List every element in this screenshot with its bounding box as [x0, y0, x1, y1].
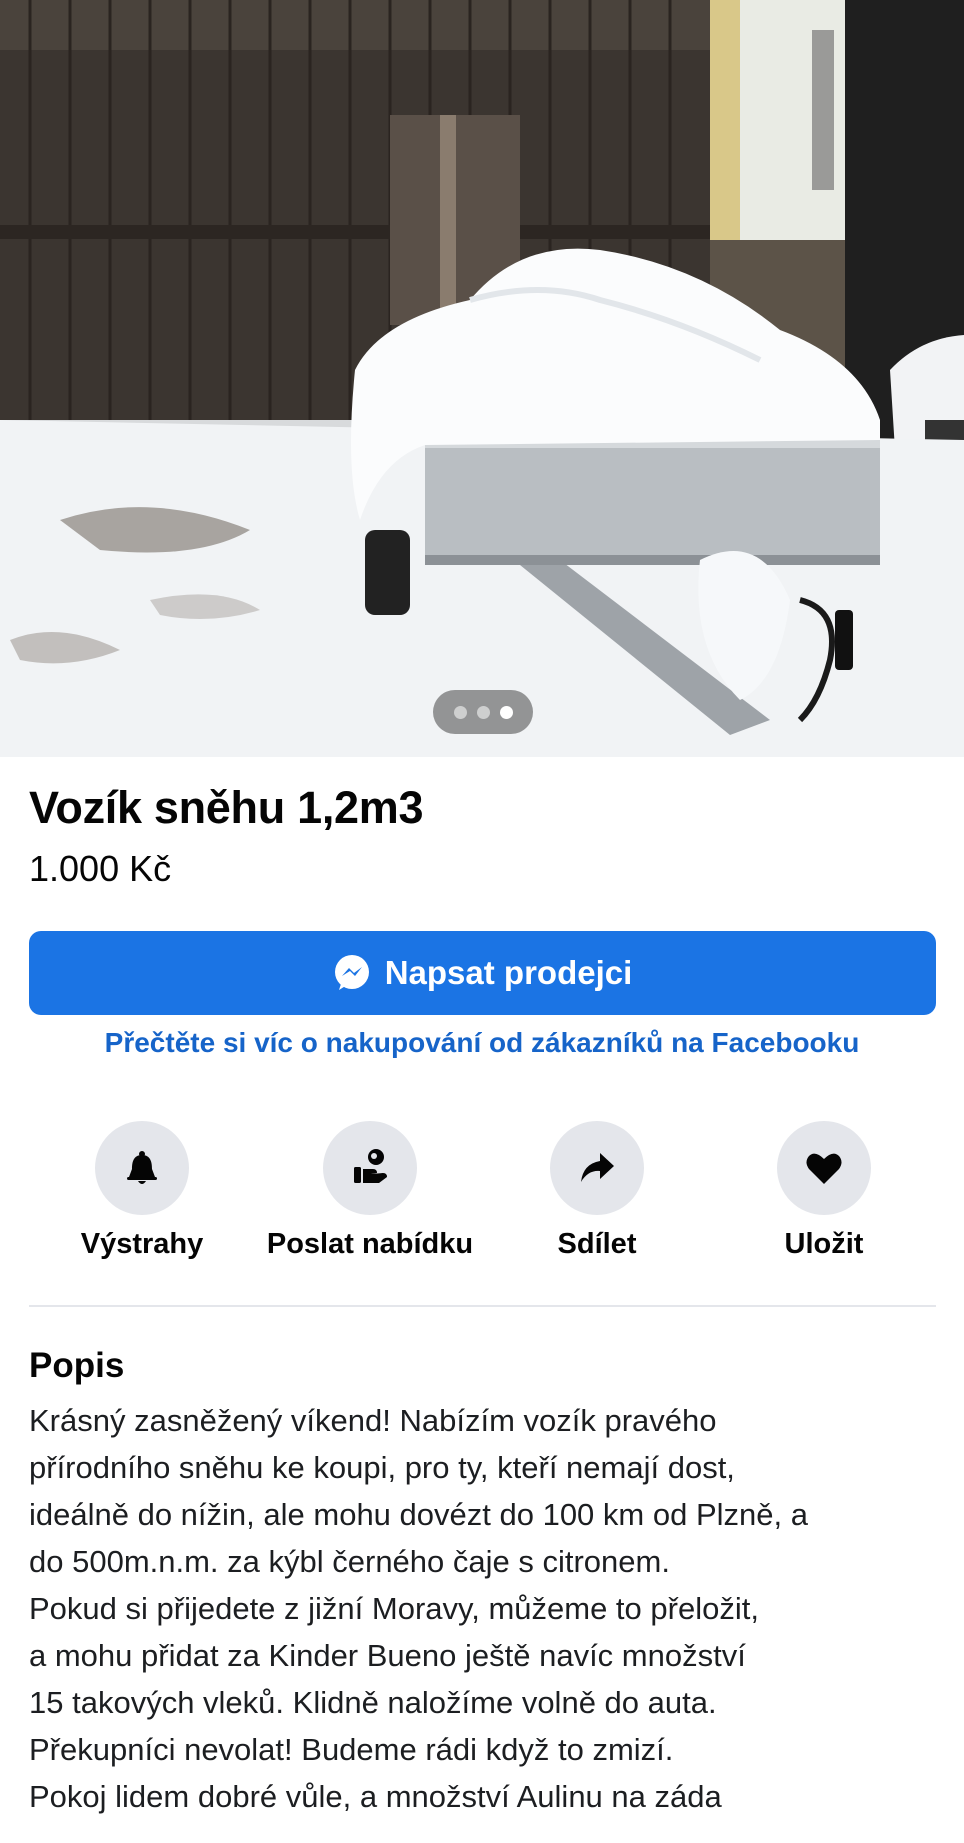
description-line: Krásný zasněžený víkend! Nabízím vozík p… [29, 1403, 717, 1438]
photo-dot[interactable] [453, 705, 467, 719]
share-action[interactable]: Sdílet [477, 1118, 717, 1278]
description-line: 15 takových vleků. Klidně naložíme volně… [29, 1685, 717, 1720]
message-seller-button[interactable]: Napsat prodejci [29, 931, 936, 1015]
message-seller-label: Napsat prodejci [384, 954, 633, 991]
description-line: přírodního sněhu ke koupi, pro ty, kteří… [29, 1450, 735, 1485]
description-line: ideálně do nížin, ale mohu dovézt do 100… [29, 1497, 808, 1532]
action-row: Výstrahy Poslat nabídku Sdílet Uložit [0, 1118, 964, 1278]
photo-pagination[interactable] [433, 690, 533, 734]
photo-dot[interactable] [476, 705, 490, 719]
learn-more-link[interactable]: Přečtěte si víc o nakupování od zákazník… [0, 1027, 964, 1059]
description-line: Překupníci nevolat! Budeme rádi když to … [29, 1732, 674, 1767]
listing-title: Vozík sněhu 1,2m3 [29, 782, 424, 833]
listing-photo[interactable] [0, 0, 964, 757]
heart-icon [806, 1153, 842, 1184]
section-divider [29, 1305, 936, 1307]
share-icon [581, 1153, 614, 1182]
description-line: a mohu přidat za Kinder Bueno ještě naví… [29, 1638, 746, 1673]
listing-price: 1.000 Kč [29, 848, 172, 889]
description-heading: Popis [29, 1346, 125, 1385]
send-offer-action[interactable]: Poslat nabídku [250, 1118, 490, 1278]
photo-dot-active[interactable] [499, 705, 513, 719]
snow-trailer-photo [0, 0, 964, 757]
offer-icon [354, 1149, 387, 1183]
send-offer-icon-circle [323, 1121, 417, 1215]
share-label: Sdílet [557, 1228, 637, 1260]
alerts-action[interactable]: Výstrahy [22, 1118, 262, 1278]
description-text: Krásný zasněžený víkend! Nabízím vozík p… [29, 1397, 949, 1820]
alerts-label: Výstrahy [80, 1228, 204, 1260]
description-line: do 500m.n.m. za kýbl černého čaje s citr… [29, 1544, 670, 1579]
description-line: Pokoj lidem dobré vůle, a množství Aulin… [29, 1779, 722, 1814]
send-offer-label: Poslat nabídku [266, 1228, 474, 1260]
messenger-icon [334, 955, 369, 990]
save-action[interactable]: Uložit [704, 1118, 944, 1278]
description-line: Pokud si přijedete z jižní Moravy, můžem… [29, 1591, 759, 1626]
bell-icon [127, 1151, 157, 1184]
alerts-icon-circle [95, 1121, 189, 1215]
share-icon-circle [550, 1121, 644, 1215]
save-label: Uložit [784, 1228, 864, 1260]
save-icon-circle [777, 1121, 871, 1215]
